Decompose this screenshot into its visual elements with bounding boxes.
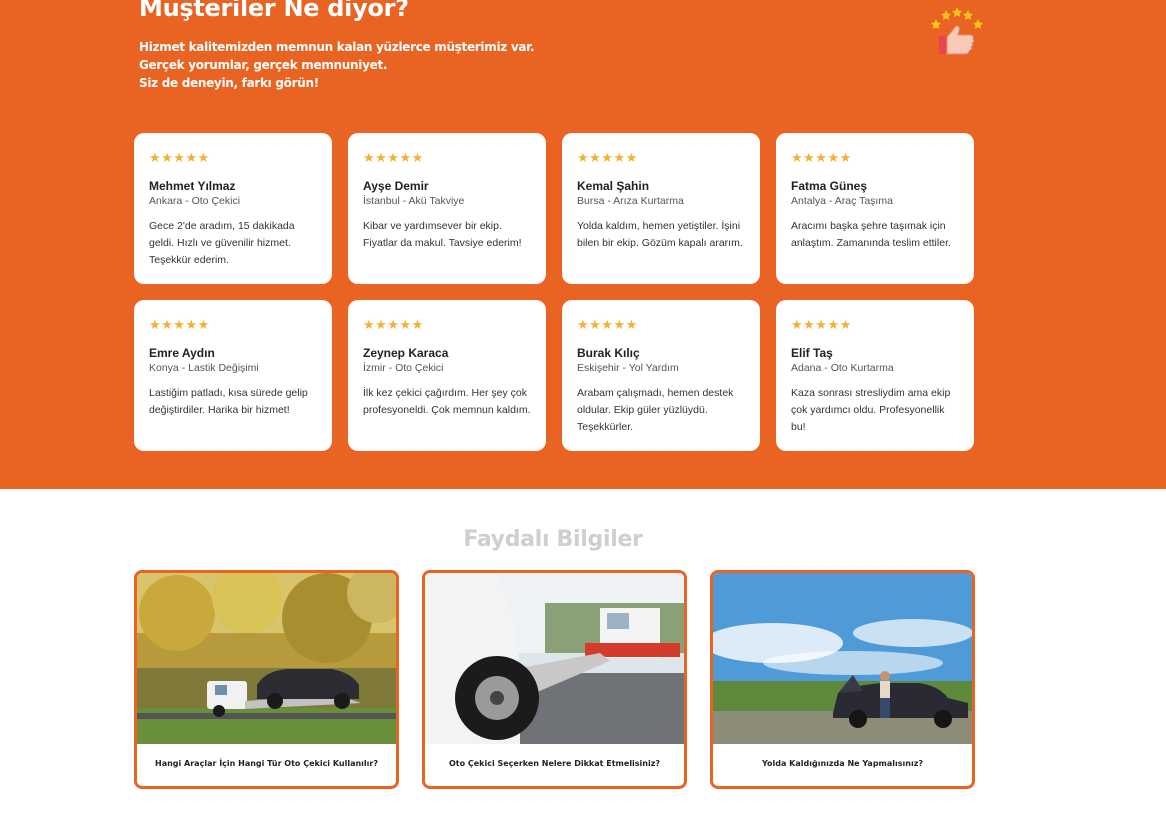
reviewer-location: Ankara - Oto Çekici bbox=[149, 195, 241, 207]
review-card: ★★★★★ Ayşe Demir İstanbul - Akü Takviye … bbox=[348, 133, 546, 284]
reviewer-name: Kemal Şahin bbox=[577, 179, 650, 193]
thumbs-up-stars-icon bbox=[931, 7, 983, 55]
rating-stars: ★★★★★ bbox=[791, 318, 852, 333]
reviewer-location: Bursa - Arıza Kurtarma bbox=[577, 195, 684, 207]
review-card: ★★★★★ Fatma Güneş Antalya - Araç Taşıma … bbox=[776, 133, 974, 284]
testimonials-title: Müşteriler Ne diyor? bbox=[139, 0, 409, 22]
reviewer-location: İzmir - Oto Çekici bbox=[363, 362, 444, 374]
review-card: ★★★★★ Burak Kılıç Eskişehir - Yol Yardım… bbox=[562, 300, 760, 451]
reviews-grid: ★★★★★ Mehmet Yılmaz Ankara - Oto Çekici … bbox=[134, 133, 974, 451]
reviewer-name: Zeynep Karaca bbox=[363, 346, 449, 360]
review-text: Kibar ve yardımsever bir ekip. Fiyatlar … bbox=[363, 220, 522, 249]
article-image-tow-truck-forest bbox=[137, 573, 396, 744]
reviewer-name: Emre Aydın bbox=[149, 346, 215, 360]
article-caption: Oto Çekici Seçerken Nelere Dikkat Etmeli… bbox=[448, 759, 661, 768]
review-card: ★★★★★ Kemal Şahin Bursa - Arıza Kurtarma… bbox=[562, 133, 760, 284]
rating-stars: ★★★★★ bbox=[363, 318, 424, 333]
review-text: Arabam çalışmadı, hemen destek oldular. … bbox=[577, 387, 734, 433]
rating-stars: ★★★★★ bbox=[149, 318, 210, 333]
review-card: ★★★★★ Mehmet Yılmaz Ankara - Oto Çekici … bbox=[134, 133, 332, 284]
article-image-tow-ramp bbox=[425, 573, 684, 744]
article-image-broken-car bbox=[713, 573, 972, 744]
review-text: Gece 2'de aradım, 15 dakikada geldi. Hız… bbox=[149, 220, 295, 266]
article-card[interactable]: Yolda Kaldığınızda Ne Yapmalısınız? bbox=[710, 570, 975, 789]
reviewer-name: Fatma Güneş bbox=[791, 179, 868, 193]
review-text: İlk kez çekici çağırdım. Her şey çok pro… bbox=[363, 387, 531, 416]
useful-info-title: Faydalı Bilgiler bbox=[463, 527, 643, 552]
review-text: Kaza sonrası stresliydim ama ekip çok ya… bbox=[791, 387, 951, 433]
reviewer-location: İstanbul - Akü Takviye bbox=[363, 195, 465, 207]
reviewer-name: Ayşe Demir bbox=[363, 179, 429, 193]
reviewer-location: Antalya - Araç Taşıma bbox=[791, 195, 893, 207]
article-card[interactable]: Oto Çekici Seçerken Nelere Dikkat Etmeli… bbox=[422, 570, 687, 789]
rating-stars: ★★★★★ bbox=[577, 151, 638, 166]
article-card[interactable]: Hangi Araçlar İçin Hangi Tür Oto Çekici … bbox=[134, 570, 399, 789]
rating-stars: ★★★★★ bbox=[577, 318, 638, 333]
article-caption: Yolda Kaldığınızda Ne Yapmalısınız? bbox=[761, 759, 924, 768]
rating-stars: ★★★★★ bbox=[791, 151, 852, 166]
review-card: ★★★★★ Zeynep Karaca İzmir - Oto Çekici İ… bbox=[348, 300, 546, 451]
review-text: Lastiğim patladı, kısa sürede gelip deği… bbox=[149, 387, 308, 416]
subtitle-line: Hizmet kalitemizden memnun kalan yüzlerc… bbox=[139, 40, 535, 54]
reviewer-location: Eskişehir - Yol Yardım bbox=[577, 362, 679, 374]
rating-stars: ★★★★★ bbox=[363, 151, 424, 166]
subtitle-line: Siz de deneyin, farkı görün! bbox=[139, 76, 319, 90]
testimonials-subtitle: Hizmet kalitemizden memnun kalan yüzlerc… bbox=[139, 38, 559, 92]
review-text: Yolda kaldım, hemen yetiştiler. İşini bi… bbox=[577, 220, 743, 249]
subtitle-line: Gerçek yorumlar, gerçek memnuniyet. bbox=[139, 58, 388, 72]
reviewer-location: Adana - Oto Kurtarma bbox=[791, 362, 894, 374]
reviewer-name: Burak Kılıç bbox=[577, 346, 640, 360]
review-text: Aracımı başka şehre taşımak için anlaştı… bbox=[791, 220, 951, 249]
articles-grid: Hangi Araçlar İçin Hangi Tür Oto Çekici … bbox=[134, 570, 975, 789]
reviewer-name: Mehmet Yılmaz bbox=[149, 179, 236, 193]
article-caption: Hangi Araçlar İçin Hangi Tür Oto Çekici … bbox=[155, 759, 378, 768]
review-card: ★★★★★ Emre Aydın Konya - Lastik Değişimi… bbox=[134, 300, 332, 451]
reviewer-location: Konya - Lastik Değişimi bbox=[149, 362, 259, 374]
rating-stars: ★★★★★ bbox=[149, 151, 210, 166]
review-card: ★★★★★ Elif Taş Adana - Oto Kurtarma Kaza… bbox=[776, 300, 974, 451]
reviewer-name: Elif Taş bbox=[791, 346, 833, 360]
